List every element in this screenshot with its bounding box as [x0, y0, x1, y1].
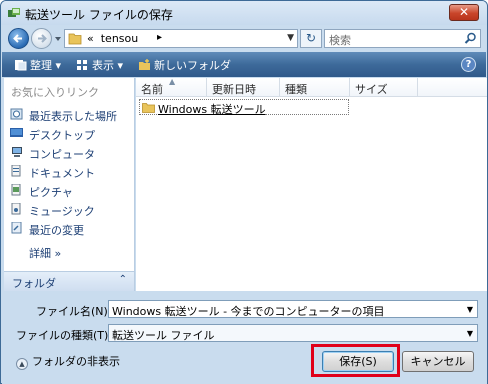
- refresh-button[interactable]: ↻: [300, 29, 322, 48]
- sidebar-item-label: ドキュメント: [29, 167, 95, 180]
- help-icon[interactable]: ?: [461, 57, 476, 72]
- save-file-dialog: 転送ツール ファイルの保存 ✕ « tensou ▸ ▼ ↻ 検索 整理 ▾ 表…: [0, 0, 488, 384]
- computer-icon: [12, 147, 22, 157]
- filename-label: ファイル名(N):: [36, 305, 112, 318]
- organize-icon: [15, 60, 27, 71]
- new-folder-label: 新しいフォルダ: [154, 59, 231, 72]
- search-placeholder: 検索: [329, 34, 351, 47]
- column-divider[interactable]: [417, 78, 418, 97]
- more-links[interactable]: 詳細 »: [29, 245, 61, 261]
- hide-folders-label: フォルダの非表示: [32, 355, 120, 368]
- history-dropdown-icon[interactable]: [54, 35, 62, 43]
- chevron-down-icon: ▼: [466, 329, 473, 338]
- folder-icon: [142, 103, 155, 113]
- chevron-down-icon[interactable]: ▼: [467, 305, 473, 314]
- pictures-icon: [11, 184, 21, 196]
- organize-button[interactable]: 整理 ▾: [14, 57, 61, 73]
- forward-button[interactable]: [31, 28, 52, 49]
- address-bar[interactable]: « tensou ▸ ▼: [64, 29, 298, 48]
- window-title: 転送ツール ファイルの保存: [25, 8, 173, 22]
- close-icon: ✕: [458, 5, 470, 19]
- sidebar-item-label: コンピュータ: [29, 148, 95, 161]
- folders-toggle[interactable]: フォルダ ⌃: [4, 271, 134, 291]
- column-header-row: 名前 ▲ 更新日時 種類 サイズ: [136, 77, 487, 97]
- view-label: 表示 ▾: [92, 59, 124, 72]
- navigation-pane: お気に入りリンク 最近表示した場所 デスクトップ コンピュータ ドキュメント ピ…: [4, 78, 135, 291]
- file-name: Windows 転送ツール: [158, 103, 266, 116]
- command-toolbar: 整理 ▾ 表示 ▾ 新しいフォルダ ?: [2, 52, 486, 77]
- recent-places-icon: [10, 108, 23, 120]
- hide-folders-toggle[interactable]: ▲ フォルダの非表示: [16, 353, 120, 370]
- address-prefix: «: [87, 32, 94, 45]
- back-arrow-icon: [13, 34, 22, 43]
- column-type[interactable]: 種類: [285, 81, 307, 97]
- search-input[interactable]: 検索: [324, 29, 481, 48]
- column-divider[interactable]: [349, 78, 350, 97]
- view-icon: [77, 60, 87, 70]
- filetype-value: 転送ツール ファイル: [112, 329, 215, 342]
- save-button[interactable]: 保存(S): [322, 351, 394, 372]
- music-icon: [11, 203, 21, 215]
- sidebar-item-label: 最近表示した場所: [29, 110, 117, 123]
- folder-icon: [68, 33, 82, 45]
- folders-label: フォルダ: [12, 277, 56, 290]
- title-bar: 転送ツール ファイルの保存 ✕: [1, 1, 487, 25]
- sidebar-item-label: デスクトップ: [29, 129, 95, 142]
- close-button[interactable]: ✕: [449, 4, 479, 21]
- list-item[interactable]: Windows 転送ツール: [139, 99, 349, 116]
- column-divider[interactable]: [206, 78, 207, 97]
- chevron-up-icon: ⌃: [118, 274, 127, 285]
- new-folder-icon: [139, 59, 150, 70]
- column-name[interactable]: 名前: [141, 81, 163, 97]
- view-button[interactable]: 表示 ▾: [76, 57, 123, 73]
- recent-changes-icon: [11, 222, 22, 234]
- transfer-tool-icon: [8, 8, 20, 17]
- new-folder-button[interactable]: 新しいフォルダ: [138, 57, 231, 73]
- sidebar-item-label: 最近の変更: [29, 224, 84, 237]
- filename-field[interactable]: Windows 転送ツール - 今までのコンピューターの項目 ▼: [108, 300, 478, 318]
- column-modified[interactable]: 更新日時: [212, 81, 256, 97]
- cancel-button[interactable]: キャンセル: [402, 351, 474, 372]
- address-path[interactable]: tensou: [101, 32, 139, 45]
- back-button[interactable]: [8, 28, 29, 49]
- filetype-label: ファイルの種類(T):: [16, 329, 113, 342]
- chevron-down-icon[interactable]: ▼: [287, 33, 294, 43]
- column-size[interactable]: サイズ: [355, 81, 388, 97]
- documents-icon: [11, 165, 21, 177]
- chevron-right-icon[interactable]: ▸: [157, 32, 162, 43]
- organize-label: 整理 ▾: [30, 59, 62, 72]
- favorites-heading: お気に入りリンク: [11, 86, 99, 99]
- sort-ascending-icon: ▲: [169, 77, 176, 86]
- filename-value: Windows 転送ツール - 今までのコンピューターの項目: [112, 305, 385, 318]
- search-icon[interactable]: [464, 32, 477, 45]
- sidebar-item-label: ピクチャ: [29, 186, 73, 199]
- address-row: « tensou ▸ ▼ ↻ 検索: [1, 25, 487, 52]
- chevron-up-icon: ▲: [16, 358, 28, 370]
- save-form: ファイル名(N): Windows 転送ツール - 今までのコンピューターの項目…: [2, 291, 487, 384]
- sidebar-item-label: ミュージック: [29, 205, 95, 218]
- refresh-icon: ↻: [305, 31, 317, 45]
- desktop-icon: [10, 128, 23, 137]
- filetype-select[interactable]: 転送ツール ファイル ▼: [108, 324, 478, 342]
- file-list: 名前 ▲ 更新日時 種類 サイズ Windows 転送ツール: [136, 77, 487, 291]
- column-divider[interactable]: [279, 78, 280, 97]
- forward-arrow-icon: [38, 34, 47, 43]
